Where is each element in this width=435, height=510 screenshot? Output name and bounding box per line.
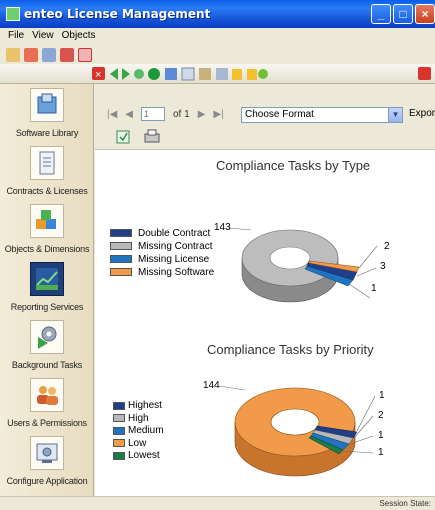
menu-file[interactable]: File <box>6 28 30 45</box>
users-icon <box>30 378 64 412</box>
cubes-icon <box>30 204 64 238</box>
lock-icon <box>232 68 242 80</box>
data-label: 2 <box>384 241 390 252</box>
view-icon <box>165 67 177 80</box>
data-label: 1 <box>371 283 377 294</box>
configure-icon <box>30 436 64 470</box>
page-number-input[interactable] <box>141 107 165 121</box>
first-page-icon[interactable]: |◀ <box>107 109 117 120</box>
data-label: 1 <box>378 447 384 458</box>
gear-play-icon <box>30 320 64 354</box>
last-page-icon[interactable]: ▶| <box>213 109 223 120</box>
page-count: of 1 <box>173 108 190 120</box>
refresh-icon <box>134 68 144 79</box>
maximize-button[interactable]: □ <box>393 4 413 24</box>
report-viewer: |◀ ◀ of 1 ▶ ▶| Choose Format ▼ Export Co… <box>95 84 435 496</box>
next-page-icon[interactable]: ▶ <box>198 109 206 120</box>
data-label: 143 <box>214 222 231 233</box>
svg-text:×: × <box>95 69 101 81</box>
sidebar-item-contracts[interactable]: Contracts & Licenses <box>0 146 94 196</box>
navigation-toolbar-icons: × <box>92 66 431 81</box>
new-item-icon[interactable] <box>6 47 20 62</box>
sidebar-item-label: Reporting Services <box>10 302 84 312</box>
sidebar-item-objects[interactable]: Objects & Dimensions <box>0 204 94 254</box>
contract-document-icon <box>30 146 64 180</box>
import-icon[interactable] <box>42 47 56 62</box>
sidebar-item-label: Background Tasks <box>11 360 83 370</box>
window-controls: _ □ × <box>371 4 435 24</box>
navigation-toolbar: × <box>0 64 435 84</box>
status-bar: Session State: <box>0 496 435 510</box>
pager: |◀ ◀ of 1 ▶ ▶| <box>107 107 224 121</box>
report-actions <box>116 129 160 144</box>
minimize-button[interactable]: _ <box>371 4 391 24</box>
reporting-chart-icon <box>30 262 64 296</box>
sidebar-item-label: Configure Application <box>6 476 88 486</box>
previous-page-icon[interactable]: ◀ <box>125 109 133 120</box>
main-toolbar <box>0 45 120 65</box>
session-state: Session State: <box>379 499 431 508</box>
back-arrow-icon <box>110 67 118 80</box>
properties-icon <box>199 67 211 80</box>
data-label: 3 <box>380 261 386 272</box>
close-document-icon <box>418 66 431 80</box>
window-title: enteo License Management <box>24 7 211 21</box>
menu-view[interactable]: View <box>30 28 60 45</box>
data-label: 1 <box>379 390 385 401</box>
report-toolbar: |◀ ◀ of 1 ▶ ▶| Choose Format ▼ Export <box>95 84 435 150</box>
export-link[interactable]: Export <box>409 108 435 119</box>
sidebar-item-label: Software Library <box>15 128 79 138</box>
menu-objects[interactable]: Objects <box>60 28 102 45</box>
title-bar: enteo License Management _ □ × <box>0 0 435 28</box>
home-icon <box>148 67 160 80</box>
sidebar-item-users[interactable]: Users & Permissions <box>0 378 94 428</box>
forward-arrow-icon <box>122 67 130 80</box>
remove-icon[interactable] <box>78 47 92 62</box>
sidebar: Software Library Contracts & Licenses Ob… <box>0 84 94 496</box>
refresh-report-icon <box>116 130 130 144</box>
sidebar-item-reporting[interactable]: Reporting Services <box>0 262 94 312</box>
export-format-select[interactable]: Choose Format ▼ <box>241 107 403 123</box>
sidebar-item-label: Users & Permissions <box>7 418 87 428</box>
menu-bar: File View Objects <box>0 28 435 45</box>
data-label: 144 <box>203 380 220 391</box>
pie-hole <box>270 408 320 436</box>
pie-hole <box>269 246 311 270</box>
app-icon <box>6 7 20 21</box>
chart-title-priority: Compliance Tasks by Priority <box>207 342 374 357</box>
edit-icon <box>216 67 228 80</box>
format-select-value: Choose Format <box>245 109 314 120</box>
copy-item-icon[interactable] <box>24 47 38 62</box>
close-button[interactable]: × <box>415 4 435 24</box>
delete-item-icon[interactable] <box>60 47 74 62</box>
sidebar-item-background-tasks[interactable]: Background Tasks <box>0 320 94 370</box>
add-icon <box>258 68 268 79</box>
sidebar-item-label: Contracts & Licenses <box>6 186 88 196</box>
chart-type-plot <box>228 227 378 303</box>
data-label: 1 <box>378 430 384 441</box>
sidebar-item-label: Objects & Dimensions <box>4 244 90 254</box>
sidebar-item-software-library[interactable]: Software Library <box>0 88 94 138</box>
report-icon <box>181 67 195 80</box>
sidebar-item-configure[interactable]: Configure Application <box>0 436 94 486</box>
chevron-down-icon[interactable]: ▼ <box>388 108 402 122</box>
chart-title-type: Compliance Tasks by Type <box>216 158 371 173</box>
software-library-icon <box>30 88 64 122</box>
key-icon <box>247 68 257 80</box>
data-label: 2 <box>378 410 384 421</box>
